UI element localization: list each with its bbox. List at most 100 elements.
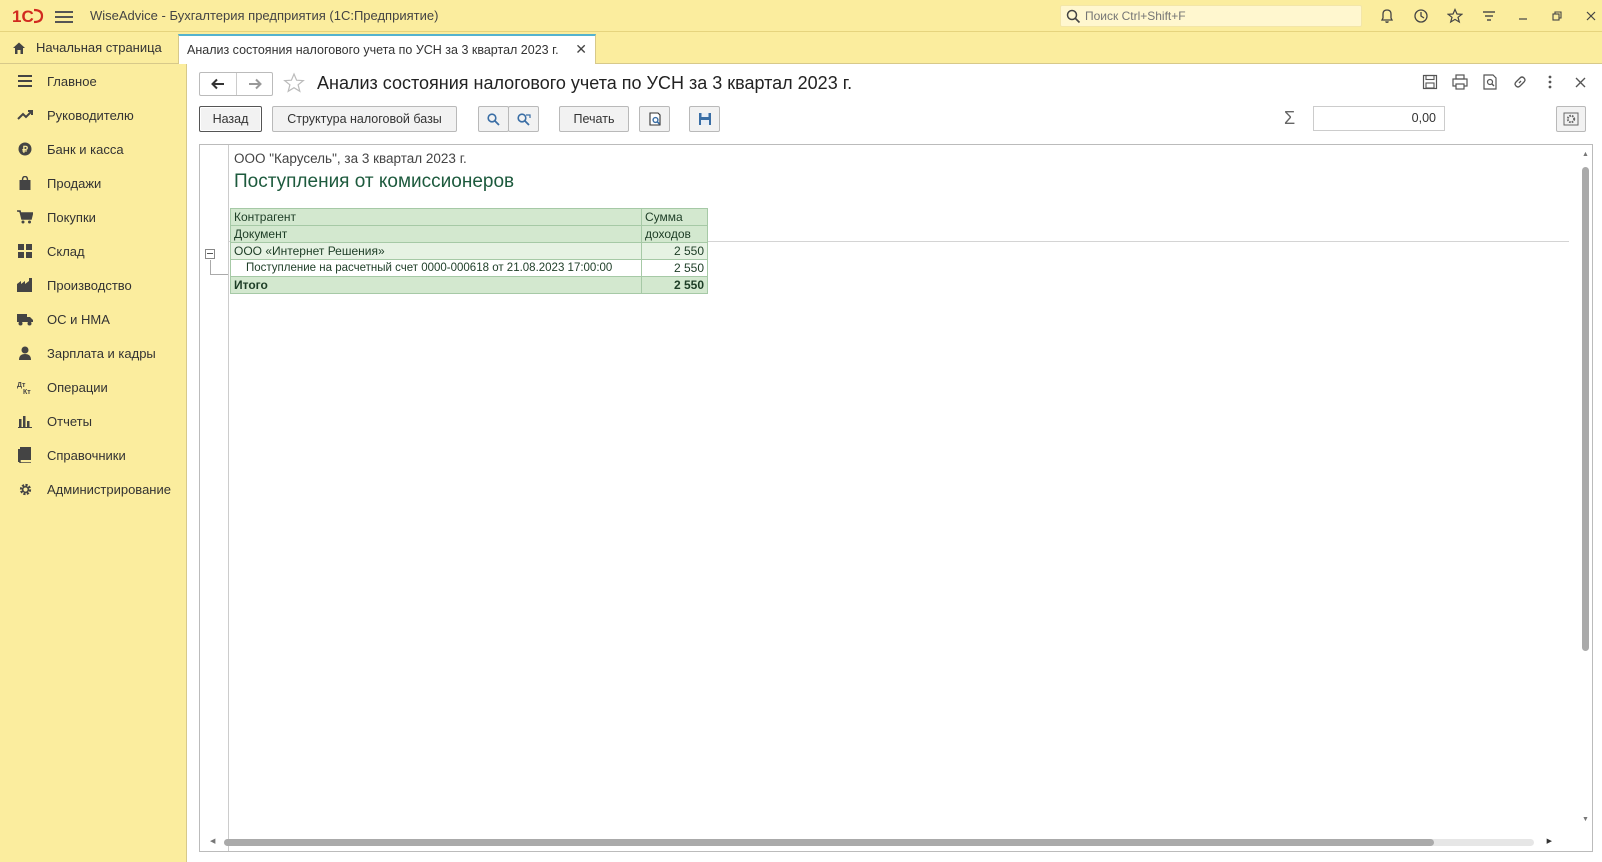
warehouse-icon: [17, 243, 33, 259]
search-input[interactable]: [1085, 8, 1355, 24]
report-org-line: ООО "Карусель", за 3 квартал 2023 г.: [234, 151, 467, 166]
sidebar-item-label: Покупки: [47, 209, 96, 225]
sidebar-item-fixed-assets[interactable]: ОС и НМА: [0, 302, 186, 336]
close-window-icon[interactable]: [1574, 5, 1602, 27]
tab-strip: Начальная страница Анализ состояния нало…: [0, 32, 1602, 64]
sidebar-item-purchases[interactable]: Покупки: [0, 200, 186, 234]
tab-report[interactable]: Анализ состояния налогового учета по УСН…: [178, 34, 596, 64]
search-next-icon: [516, 112, 531, 126]
scroll-left-icon[interactable]: ◀: [210, 837, 215, 845]
scroll-up-icon[interactable]: ▲: [1582, 151, 1589, 158]
search-icon: [487, 112, 500, 126]
back-arrow-icon[interactable]: [200, 73, 236, 95]
scroll-right-icon[interactable]: ▶: [1547, 837, 1552, 845]
print-button[interactable]: Печать: [559, 106, 629, 132]
column-header-income: доходов: [641, 225, 708, 243]
functions-menu-icon[interactable]: [1472, 5, 1506, 27]
minimize-icon[interactable]: [1506, 5, 1540, 27]
tree-line: [210, 274, 228, 275]
vertical-scrollbar[interactable]: ▲ ▼: [1580, 151, 1590, 823]
sidebar: Главное Руководителю ₽ Банк и касса Прод…: [0, 64, 186, 862]
global-search[interactable]: [1060, 5, 1362, 27]
tab-home[interactable]: Начальная страница: [0, 32, 176, 63]
page-preview-icon: [648, 112, 661, 126]
table-row-group[interactable]: ООО «Интернет Решения» 2 550: [230, 242, 708, 260]
sidebar-item-main[interactable]: Главное: [0, 64, 186, 98]
history-icon[interactable]: [1404, 5, 1438, 27]
close-icon[interactable]: [1570, 72, 1590, 92]
sidebar-item-bank[interactable]: ₽ Банк и касса: [0, 132, 186, 166]
link-icon[interactable]: [1510, 72, 1530, 92]
svg-text:1С: 1С: [12, 7, 34, 26]
cart-icon: [17, 209, 33, 225]
tab-close-icon[interactable]: ✕: [575, 41, 587, 58]
title-bar: 1С WiseAdvice - Бухгалтерия предприятия …: [0, 0, 1602, 32]
total-label: Итого: [230, 276, 642, 294]
1c-logo-icon[interactable]: 1С: [12, 6, 44, 26]
svg-text:Дт: Дт: [17, 382, 26, 389]
search-icon: [1066, 9, 1081, 24]
trend-icon: [17, 107, 33, 123]
nav-buttons: [199, 72, 273, 96]
horizontal-scroll-thumb[interactable]: [224, 839, 1434, 846]
sidebar-item-manager[interactable]: Руководителю: [0, 98, 186, 132]
main-panel: Анализ состояния налогового учета по УСН…: [186, 64, 1602, 862]
coin-icon: ₽: [17, 141, 33, 157]
sidebar-item-catalogs[interactable]: Справочники: [0, 438, 186, 472]
back-button[interactable]: Назад: [199, 106, 262, 132]
report-table: Контрагент Сумма Документ доходов ООО «И…: [230, 208, 708, 294]
table-row-detail[interactable]: Поступление на расчетный счет 0000-00061…: [230, 259, 708, 277]
tax-base-structure-button[interactable]: Структура налоговой базы: [272, 106, 457, 132]
bell-icon[interactable]: [1370, 5, 1404, 27]
sidebar-item-label: Отчеты: [47, 413, 92, 429]
sidebar-item-label: Справочники: [47, 447, 126, 463]
group-counterparty[interactable]: ООО «Интернет Решения»: [230, 242, 642, 260]
tab-report-label: Анализ состояния налогового учета по УСН…: [187, 43, 559, 57]
save-icon[interactable]: [1420, 72, 1440, 92]
sidebar-item-label: Руководителю: [47, 107, 134, 123]
sidebar-item-label: Зарплата и кадры: [47, 345, 156, 361]
truck-icon: [17, 311, 33, 327]
factory-icon: [17, 277, 33, 293]
favorite-star-icon[interactable]: [283, 72, 305, 94]
sidebar-item-label: Производство: [47, 277, 132, 293]
sidebar-item-admin[interactable]: Администрирование: [0, 472, 186, 506]
find-button[interactable]: [478, 106, 509, 132]
sidebar-item-reports[interactable]: Отчеты: [0, 404, 186, 438]
preview-button[interactable]: [639, 106, 670, 132]
horizontal-scrollbar[interactable]: ◀ ▶: [208, 837, 1552, 847]
total-amount: 2 550: [641, 276, 708, 294]
main-menu-icon[interactable]: [55, 8, 73, 24]
vertical-scroll-thumb[interactable]: [1582, 167, 1589, 651]
sidebar-item-salary[interactable]: Зарплата и кадры: [0, 336, 186, 370]
sidebar-item-label: Банк и касса: [47, 141, 124, 157]
operations-icon: Дт Кт: [17, 379, 33, 395]
collapse-group-icon[interactable]: [205, 249, 215, 259]
print-icon[interactable]: [1450, 72, 1470, 92]
report-settings-button[interactable]: [1556, 106, 1586, 132]
sidebar-item-warehouse[interactable]: Склад: [0, 234, 186, 268]
sidebar-item-label: ОС и НМА: [47, 311, 110, 327]
bag-icon: [17, 175, 33, 191]
app-title: WiseAdvice - Бухгалтерия предприятия (1С…: [90, 8, 439, 23]
sidebar-item-production[interactable]: Производство: [0, 268, 186, 302]
save-report-button[interactable]: [689, 106, 720, 132]
sidebar-item-label: Главное: [47, 73, 97, 89]
tree-line: [210, 260, 211, 275]
detail-document[interactable]: Поступление на расчетный счет 0000-00061…: [230, 259, 642, 277]
column-header-amount: Сумма: [641, 208, 708, 226]
favorites-star-icon[interactable]: [1438, 5, 1472, 27]
bar-chart-icon: [17, 413, 33, 429]
preview-icon[interactable]: [1480, 72, 1500, 92]
find-next-button[interactable]: [508, 106, 539, 132]
scroll-down-icon[interactable]: ▼: [1582, 816, 1589, 823]
sidebar-item-label: Операции: [47, 379, 108, 395]
floppy-disk-icon: [698, 113, 711, 125]
restore-icon[interactable]: [1540, 5, 1574, 27]
menu-icon: [17, 73, 33, 89]
forward-arrow-icon[interactable]: [236, 73, 272, 95]
sidebar-item-operations[interactable]: Дт Кт Операции: [0, 370, 186, 404]
settings-gear-icon: [1563, 112, 1579, 126]
sidebar-item-sales[interactable]: Продажи: [0, 166, 186, 200]
more-vertical-icon[interactable]: [1540, 72, 1560, 92]
